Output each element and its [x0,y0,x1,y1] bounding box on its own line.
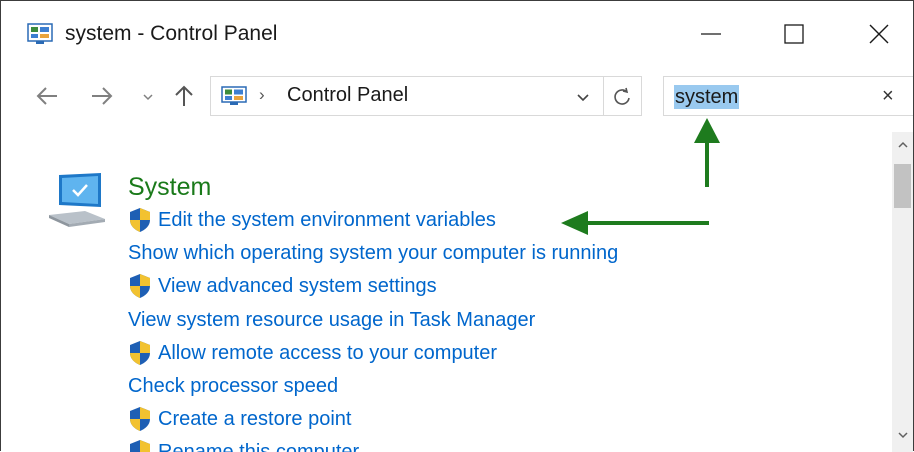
chevron-down-icon [575,89,591,105]
forward-button[interactable] [87,81,117,111]
link-allow-remote-access[interactable]: Allow remote access to your computer [128,340,497,366]
scroll-thumb[interactable] [894,164,911,208]
refresh-icon [612,87,632,107]
search-input[interactable]: system [674,85,739,109]
title-bar: system - Control Panel [1,1,913,63]
link-task-manager[interactable]: View system resource usage in Task Manag… [128,309,535,332]
chevron-down-icon [897,429,909,441]
address-divider [603,77,604,115]
recent-locations-button[interactable] [133,82,163,112]
control-panel-window: system - Control Panel [0,0,914,451]
link-edit-environment-variables[interactable]: Edit the system environment variables [128,207,496,233]
link-label[interactable]: Allow remote access to your computer [158,342,497,365]
breadcrumb-separator[interactable]: › [259,85,265,105]
address-bar[interactable]: › Control Panel [210,76,642,116]
chevron-down-icon [141,90,155,104]
scroll-down-button[interactable] [892,425,913,445]
vertical-scrollbar[interactable] [892,132,913,452]
link-show-os[interactable]: Show which operating system your compute… [128,242,618,265]
scroll-up-button[interactable] [892,135,913,155]
refresh-button[interactable] [610,85,634,109]
link-check-processor-speed[interactable]: Check processor speed [128,375,338,398]
maximize-button[interactable] [764,11,824,57]
minimize-button[interactable] [681,11,741,57]
link-label[interactable]: Rename this computer [158,441,359,452]
arrow-right-icon [90,84,114,108]
close-icon [868,23,890,45]
uac-shield-icon [128,439,152,452]
section-title-system[interactable]: System [128,173,211,202]
arrow-left-icon [35,84,59,108]
back-button[interactable] [32,81,62,111]
uac-shield-icon [128,406,152,432]
link-label[interactable]: View advanced system settings [158,275,437,298]
chevron-up-icon [897,139,909,151]
control-panel-icon [221,86,247,106]
uac-shield-icon [128,207,152,233]
address-dropdown-button[interactable] [573,87,593,107]
minimize-icon [700,23,722,45]
arrow-up-icon [172,84,196,108]
maximize-icon [783,23,805,45]
uac-shield-icon [128,340,152,366]
link-create-restore-point[interactable]: Create a restore point [128,406,351,432]
uac-shield-icon [128,273,152,299]
link-label[interactable]: Create a restore point [158,408,351,431]
content-area: System Edit the system environment varia… [1,132,891,452]
computer-icon [45,171,109,229]
close-button[interactable] [849,11,909,57]
clear-search-button[interactable]: × [882,85,894,108]
control-panel-icon [27,23,53,45]
window-title: system - Control Panel [65,22,277,46]
up-button[interactable] [169,81,199,111]
search-box[interactable]: system × [663,76,913,116]
link-view-advanced-settings[interactable]: View advanced system settings [128,273,437,299]
link-label[interactable]: Edit the system environment variables [158,209,496,232]
link-rename-computer[interactable]: Rename this computer [128,439,359,452]
breadcrumb-control-panel[interactable]: Control Panel [287,84,408,107]
